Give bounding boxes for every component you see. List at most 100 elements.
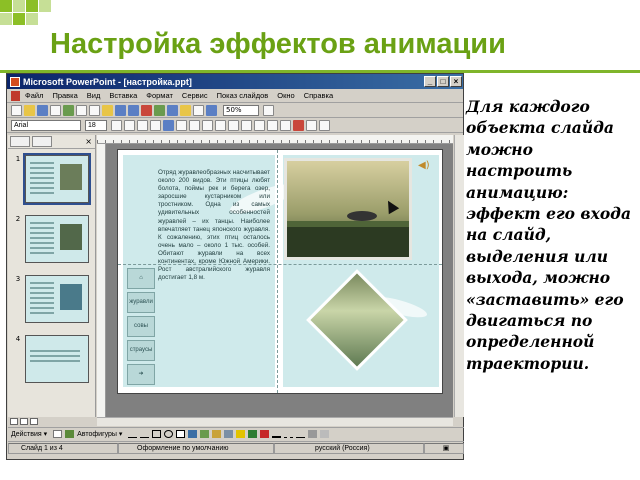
arrow-style-icon[interactable]	[296, 430, 306, 438]
3d-style-icon[interactable]	[320, 430, 330, 438]
slide-thumbnail[interactable]	[25, 215, 89, 263]
status-design: Оформление по умолчанию	[118, 442, 274, 454]
line-style-icon[interactable]	[272, 430, 282, 438]
horizontal-scrollbar[interactable]	[97, 417, 453, 426]
slide-thumbnail-row[interactable]: 1	[11, 153, 91, 205]
bullets-icon[interactable]	[228, 119, 239, 131]
arrow-button[interactable]: ➜	[127, 364, 155, 385]
deco-square	[26, 0, 38, 12]
nav-button-cranes[interactable]: журавли	[127, 292, 155, 313]
menu-insert[interactable]: Вставка	[109, 91, 137, 100]
chart-icon[interactable]	[141, 104, 152, 116]
color-icon[interactable]	[206, 104, 217, 116]
slide-body-text[interactable]: Отряд журавлеобразных насчитывает около …	[158, 169, 270, 282]
dash-style-icon[interactable]	[284, 430, 294, 438]
decrease-indent-icon[interactable]	[267, 119, 278, 131]
textbox-icon[interactable]	[176, 430, 186, 438]
redo-icon[interactable]	[128, 104, 139, 116]
align-center-icon[interactable]	[176, 119, 187, 131]
font-color-draw-icon[interactable]	[260, 430, 270, 438]
menu-bar: Файл Правка Вид Вставка Формат Сервис По…	[7, 89, 463, 103]
align-left-icon[interactable]	[163, 119, 174, 131]
font-size-select[interactable]: 18	[85, 119, 107, 131]
new-icon[interactable]	[11, 104, 22, 116]
bold-icon[interactable]	[111, 119, 122, 131]
select-pointer-icon[interactable]	[53, 430, 63, 438]
underline-icon[interactable]	[137, 119, 148, 131]
rotate-icon[interactable]	[65, 430, 75, 438]
spellcheck-status-icon[interactable]: ▣	[424, 442, 464, 454]
font-select[interactable]: Arial	[11, 119, 81, 131]
sorter-view-icon[interactable]	[20, 418, 28, 425]
arrow-icon[interactable]	[140, 430, 150, 438]
menu-edit[interactable]: Правка	[52, 91, 77, 100]
slide-editor: Отряд журавлеобразных насчитывает около …	[97, 135, 453, 417]
decrease-font-icon[interactable]	[254, 119, 265, 131]
open-icon[interactable]	[24, 104, 35, 116]
table-icon[interactable]	[154, 104, 165, 116]
diagram-icon[interactable]	[200, 430, 210, 438]
save-icon[interactable]	[37, 104, 48, 116]
paste-icon[interactable]	[102, 104, 113, 116]
speaker-icon[interactable]: ◀)	[418, 160, 430, 171]
increase-indent-icon[interactable]	[280, 119, 291, 131]
insert-picture-icon[interactable]	[180, 104, 191, 116]
slide-thumbnail[interactable]	[25, 275, 89, 323]
italic-icon[interactable]	[124, 119, 135, 131]
line-color-icon[interactable]	[248, 430, 258, 438]
menu-window[interactable]: Окно	[277, 91, 294, 100]
font-color-icon[interactable]	[293, 119, 304, 131]
nav-button-ostriches[interactable]: страусы	[127, 340, 155, 361]
home-button[interactable]: ⌂	[127, 268, 155, 289]
maximize-button[interactable]: □	[437, 76, 449, 87]
line-icon[interactable]	[128, 430, 138, 438]
menu-file[interactable]: Файл	[25, 91, 43, 100]
tab-slides[interactable]	[32, 136, 52, 147]
wordart-icon[interactable]	[188, 430, 198, 438]
nav-button-owls[interactable]: совы	[127, 316, 155, 337]
menu-tools[interactable]: Сервис	[182, 91, 208, 100]
menu-slideshow[interactable]: Показ слайдов	[217, 91, 269, 100]
normal-view-icon[interactable]	[10, 418, 18, 425]
slide-thumbnail-row[interactable]: 3	[11, 275, 89, 323]
picture-icon[interactable]	[224, 430, 234, 438]
rectangle-icon[interactable]	[152, 430, 162, 438]
panel-close-icon[interactable]: ×	[85, 137, 92, 146]
design-icon[interactable]	[306, 119, 317, 131]
slide-thumbnail-row[interactable]: 2	[11, 215, 89, 263]
shadow-icon[interactable]	[150, 119, 161, 131]
menu-view[interactable]: Вид	[87, 91, 101, 100]
align-right-icon[interactable]	[189, 119, 200, 131]
grid-icon[interactable]	[193, 104, 204, 116]
cut-icon[interactable]	[76, 104, 87, 116]
new-slide-icon[interactable]	[319, 119, 330, 131]
slide-thumbnail-row[interactable]: 4	[11, 335, 89, 383]
slideshow-view-icon[interactable]	[30, 418, 38, 425]
slide-canvas[interactable]: Отряд журавлеобразных насчитывает около …	[117, 149, 443, 394]
slide-thumbnail[interactable]	[25, 335, 89, 383]
slide-thumbnail[interactable]	[23, 153, 91, 205]
tab-outline[interactable]	[10, 136, 30, 147]
autoshapes-menu[interactable]: Автофигуры ▾	[77, 430, 122, 438]
copy-icon[interactable]	[89, 104, 100, 116]
clipart-icon[interactable]	[212, 430, 222, 438]
print-icon[interactable]	[50, 104, 61, 116]
undo-icon[interactable]	[115, 104, 126, 116]
spellcheck-icon[interactable]	[63, 104, 74, 116]
shadow-style-icon[interactable]	[308, 430, 318, 438]
zoom-select[interactable]: 50%	[223, 104, 259, 116]
window-titlebar[interactable]: Microsoft PowerPoint - [настройка.ppt] _…	[7, 74, 463, 89]
close-button[interactable]: ×	[450, 76, 462, 87]
oval-icon[interactable]	[164, 430, 174, 438]
help-icon[interactable]	[263, 104, 274, 116]
actions-menu[interactable]: Действия ▾	[11, 430, 47, 438]
menu-format[interactable]: Формат	[146, 91, 173, 100]
fill-color-icon[interactable]	[236, 430, 246, 438]
insert-table-icon[interactable]	[167, 104, 178, 116]
increase-font-icon[interactable]	[241, 119, 252, 131]
menu-help[interactable]: Справка	[304, 91, 333, 100]
justify-icon[interactable]	[202, 119, 213, 131]
minimize-button[interactable]: _	[424, 76, 436, 87]
vertical-scrollbar[interactable]	[454, 135, 464, 417]
numbering-icon[interactable]	[215, 119, 226, 131]
